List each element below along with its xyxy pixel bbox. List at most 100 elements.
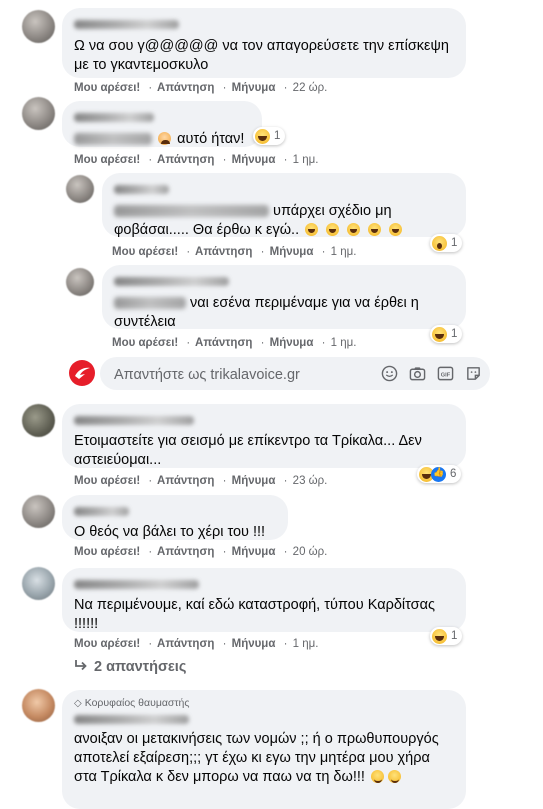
avatar[interactable]: [22, 404, 55, 437]
like-button[interactable]: Μου αρέσει!: [112, 246, 178, 258]
comment-text: Ετοιμαστείτε για σεισμό με επίκεντρο τα …: [74, 433, 422, 468]
reply-actions: Μου αρέσει! · Απάντηση · Μήνυμα · 1 ημ.: [112, 246, 357, 258]
reply-text-line: υπάρχει σχέδιο μη: [114, 202, 454, 221]
comment-text: ανοιξαν οι μετακινήσεις των νομών ;; ή ο…: [74, 731, 439, 785]
view-replies-label[interactable]: 2 απαντήσεις: [94, 659, 186, 675]
comment-text: αυτό ήταν!: [177, 131, 245, 147]
reply-text-line: ναι εσένα περιμέναμε για να έρθει η: [114, 294, 454, 313]
reply-arrow-icon: [74, 659, 88, 675]
avatar[interactable]: [22, 567, 55, 600]
reply-bubble: υπάρχει σχέδιο μη φοβάσαι..... Θα έρθω κ…: [102, 173, 466, 238]
timestamp[interactable]: 1 ημ.: [293, 154, 319, 166]
message-button[interactable]: Μήνυμα: [232, 82, 276, 94]
top-fan-badge: ◇ Κορυφαίος θαυμαστής: [74, 697, 454, 710]
comment-text-block: ανοιξαν οι μετακινήσεις των νομών ;; ή ο…: [74, 730, 454, 787]
reply-composer[interactable]: GIF: [100, 357, 490, 392]
reply-actions: Μου αρέσει! · Απάντηση · Μήνυμα · 1 ημ.: [112, 337, 357, 349]
message-button[interactable]: Μήνυμα: [232, 475, 276, 487]
comment-text-row: αυτό ήταν!: [74, 130, 250, 149]
avatar[interactable]: [66, 268, 94, 296]
gif-icon[interactable]: GIF: [437, 365, 454, 382]
laughing-emoji-icon: [368, 223, 382, 236]
reply-author[interactable]: [114, 272, 454, 291]
timestamp[interactable]: 23 ώρ.: [293, 475, 328, 487]
reply-button[interactable]: Απάντηση: [157, 82, 214, 94]
haha-reaction-icon: [432, 326, 447, 342]
reply-button[interactable]: Απάντηση: [157, 638, 214, 650]
reply-button[interactable]: Απάντηση: [195, 246, 252, 258]
reply-text: ναι εσένα περιμέναμε για να έρθει η: [190, 295, 419, 311]
comment-author[interactable]: [74, 108, 250, 127]
reaction-summary[interactable]: 1: [253, 127, 286, 145]
comment-author[interactable]: [74, 710, 454, 729]
avatar[interactable]: [22, 10, 55, 43]
message-button[interactable]: Μήνυμα: [270, 337, 314, 349]
laughing-emoji-icon: [347, 223, 361, 236]
reply-button[interactable]: Απάντηση: [157, 475, 214, 487]
comment-actions: Μου αρέσει! · Απάντηση · Μήνυμα · 22 ώρ.: [74, 82, 328, 94]
reply-author[interactable]: [114, 180, 454, 199]
reply-input[interactable]: [112, 357, 366, 392]
like-reaction-icon: [431, 466, 446, 482]
avatar[interactable]: [22, 495, 55, 528]
reaction-summary[interactable]: 6: [417, 465, 462, 483]
sticker-icon[interactable]: [465, 365, 482, 382]
svg-text:GIF: GIF: [441, 372, 451, 378]
message-button[interactable]: Μήνυμα: [232, 154, 276, 166]
timestamp[interactable]: 1 ημ.: [331, 246, 357, 258]
reply-button[interactable]: Απάντηση: [195, 337, 252, 349]
reply-text: υπάρχει σχέδιο μη: [273, 203, 392, 219]
reply-bubble: ναι εσένα περιμέναμε για να έρθει η συντ…: [102, 265, 466, 330]
timestamp[interactable]: 1 ημ.: [293, 638, 319, 650]
comment-bubble: ◇ Κορυφαίος θαυμαστής ανοιξαν οι μετακινή…: [62, 690, 466, 809]
timestamp[interactable]: 20 ώρ.: [293, 546, 328, 558]
diamond-icon: ◇: [74, 698, 82, 709]
comment-actions: Μου αρέσει! · Απάντηση · Μήνυμα · 1 ημ.: [74, 638, 319, 650]
comment-text: Ω να σου γ@@@@@ να τον απαγορεύσετε την …: [74, 38, 449, 73]
message-button[interactable]: Μήνυμα: [232, 546, 276, 558]
badge-label: Κορυφαίος θαυμαστής: [84, 697, 190, 709]
view-replies-link[interactable]: 2 απαντήσεις: [74, 659, 186, 675]
emoji-icon[interactable]: [381, 365, 398, 382]
avatar[interactable]: [22, 689, 55, 722]
comment-author[interactable]: [74, 411, 454, 430]
reaction-count: 1: [451, 237, 458, 249]
airline-logo-icon: [69, 360, 95, 386]
like-button[interactable]: Μου αρέσει!: [74, 638, 140, 650]
message-button[interactable]: Μήνυμα: [232, 638, 276, 650]
reaction-summary[interactable]: 1: [430, 325, 463, 343]
comment-text: Να περιμένουμε, καί εδώ καταστροφή, τύπο…: [74, 597, 435, 632]
like-button[interactable]: Μου αρέσει!: [74, 546, 140, 558]
page-logo-avatar: [68, 359, 96, 387]
smiling-emoji-icon: [370, 770, 384, 783]
laughing-emoji-icon: [326, 223, 340, 236]
timestamp[interactable]: 22 ώρ.: [293, 82, 328, 94]
reaction-count: 1: [274, 130, 281, 142]
comment-author[interactable]: [74, 502, 276, 521]
avatar[interactable]: [66, 175, 94, 203]
reaction-summary[interactable]: 1: [430, 627, 463, 645]
comment-text: Ο θεός να βάλει το χέρι του !!!: [74, 524, 266, 540]
reply-button[interactable]: Απάντηση: [157, 546, 214, 558]
reply-text: φοβάσαι..... Θα έρθω κ εγώ..: [114, 222, 300, 238]
crying-emoji-icon: [158, 132, 172, 145]
camera-icon[interactable]: [409, 365, 426, 382]
haha-reaction-icon: [432, 628, 447, 644]
comment-actions: Μου αρέσει! · Απάντηση · Μήνυμα · 1 ημ.: [74, 154, 319, 166]
comment-actions: Μου αρέσει! · Απάντηση · Μήνυμα · 20 ώρ.: [74, 546, 328, 558]
comment-bubble: Ο θεός να βάλει το χέρι του !!!: [62, 495, 288, 540]
like-button[interactable]: Μου αρέσει!: [74, 82, 140, 94]
timestamp[interactable]: 1 ημ.: [331, 337, 357, 349]
comment-author[interactable]: [74, 575, 454, 594]
avatar[interactable]: [22, 97, 55, 130]
laughing-emoji-icon: [305, 223, 319, 236]
like-button[interactable]: Μου αρέσει!: [74, 475, 140, 487]
comment-author[interactable]: [74, 15, 454, 34]
reply-button[interactable]: Απάντηση: [157, 154, 214, 166]
comment-bubble: Ετοιμαστείτε για σεισμό με επίκεντρο τα …: [62, 404, 466, 468]
like-button[interactable]: Μου αρέσει!: [74, 154, 140, 166]
like-button[interactable]: Μου αρέσει!: [112, 337, 178, 349]
reaction-summary[interactable]: 1: [430, 234, 463, 252]
comment-bubble: αυτό ήταν!: [62, 101, 262, 147]
message-button[interactable]: Μήνυμα: [270, 246, 314, 258]
